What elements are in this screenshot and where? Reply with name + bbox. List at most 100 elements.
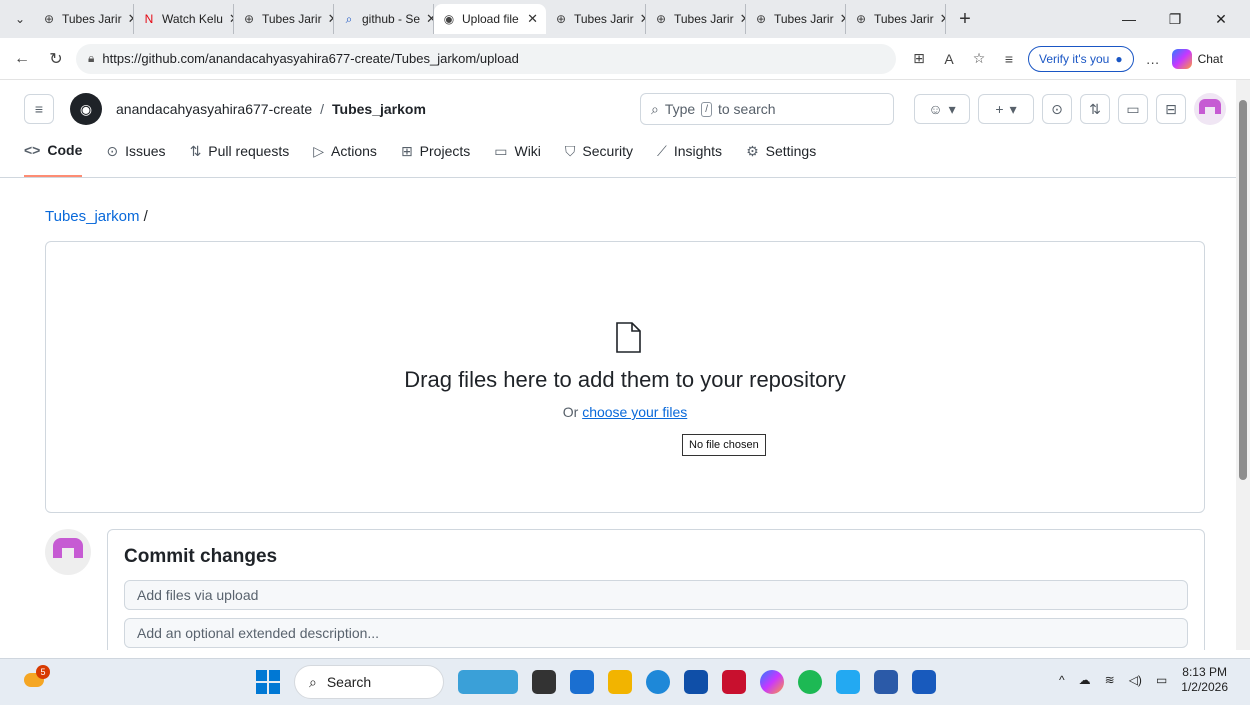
- no-file-tooltip: No file chosen: [682, 434, 766, 456]
- vscode-icon[interactable]: [836, 670, 860, 694]
- dropzone-title: Drag files here to add them to your repo…: [404, 367, 846, 392]
- browser-tab[interactable]: ⊕Tubes Jarir✕: [234, 4, 334, 34]
- globe-icon: ⊕: [755, 12, 767, 26]
- verify-profile-button[interactable]: Verify it's you ●: [1028, 45, 1134, 72]
- chevron-down-icon: ▾: [1009, 100, 1017, 117]
- book-icon: ▭: [494, 142, 508, 159]
- copilot-icon: ☺: [928, 101, 943, 117]
- volume-icon[interactable]: ◁): [1129, 673, 1142, 687]
- mcafee-icon[interactable]: [722, 670, 746, 694]
- owner-link[interactable]: anandacahyasyahira677-create: [116, 101, 312, 117]
- taskbar-search[interactable]: ⌕ Search: [294, 665, 444, 699]
- chevron-up-icon[interactable]: ^: [1059, 673, 1065, 687]
- inbox-icon[interactable]: ⊟: [1156, 94, 1186, 124]
- close-tab-icon[interactable]: ✕: [426, 11, 433, 27]
- task-view-icon[interactable]: [532, 670, 556, 694]
- browser-tab[interactable]: ⌕ github - Se ✕: [334, 4, 434, 34]
- github-icon: ◉: [443, 12, 455, 26]
- table-icon: ⊞: [400, 142, 413, 159]
- favorites-list-icon[interactable]: ≡: [998, 51, 1020, 67]
- github-page: ≡ ◉ anandacahyasyahira677-create / Tubes…: [0, 80, 1250, 650]
- scroll-thumb[interactable]: [1239, 100, 1247, 480]
- tab-label: Issues: [125, 143, 166, 159]
- browser-tab[interactable]: ⊕Tubes Jarir✕: [34, 4, 134, 34]
- new-tab-button[interactable]: +: [950, 4, 980, 34]
- github-logo-icon[interactable]: ◉: [70, 93, 102, 125]
- close-tab-icon[interactable]: ✕: [940, 11, 945, 27]
- app-icon[interactable]: [570, 670, 594, 694]
- widgets-icon[interactable]: [458, 670, 518, 694]
- repo-link[interactable]: Tubes_jarkom: [332, 101, 426, 117]
- graph-icon: ⟋: [657, 142, 667, 159]
- lock-icon: 🔒︎: [88, 51, 95, 65]
- code-icon: <>: [24, 142, 41, 158]
- tab-label: Tubes Jarir: [874, 12, 934, 26]
- url-field[interactable]: 🔒︎ https://github.com/anandacahyasyahira…: [76, 43, 896, 74]
- choose-files-link[interactable]: choose your files: [582, 404, 687, 420]
- tab-label: Tubes Jarir: [62, 12, 122, 26]
- tab-insights[interactable]: ⟋ Insights: [657, 137, 722, 177]
- tab-wiki[interactable]: ▭ Wiki: [494, 137, 541, 177]
- edge-icon[interactable]: [646, 670, 670, 694]
- browser-tab[interactable]: ◉ Upload file ✕: [434, 4, 546, 34]
- file-dropzone[interactable]: Drag files here to add them to your repo…: [45, 241, 1205, 513]
- pull-requests-icon[interactable]: ⇅: [1080, 94, 1110, 124]
- close-tab-icon[interactable]: ✕: [527, 11, 538, 27]
- refresh-button[interactable]: ↻: [42, 45, 70, 73]
- tab-label: Watch Kelu: [162, 12, 223, 26]
- restore-button[interactable]: ❐: [1152, 4, 1198, 34]
- favorite-star-icon[interactable]: ☆: [968, 50, 990, 67]
- clock[interactable]: 8:13 PM 1/2/2026: [1181, 665, 1228, 695]
- notepad-icon[interactable]: [874, 670, 898, 694]
- search-icon: ⌕: [309, 673, 317, 690]
- tab-code[interactable]: <> Code: [24, 137, 83, 177]
- more-icon[interactable]: …: [1142, 51, 1164, 67]
- tab-list-dropdown[interactable]: ⌄: [6, 5, 34, 33]
- menu-icon[interactable]: ≡: [24, 94, 54, 124]
- search-input[interactable]: ⌕ Type / to search: [640, 93, 894, 125]
- copilot-button[interactable]: ☺ ▾: [914, 94, 970, 124]
- browser-tab[interactable]: ⊕Tubes Jarir✕: [746, 4, 846, 34]
- path-repo-link[interactable]: Tubes_jarkom: [45, 208, 139, 225]
- tab-security[interactable]: ⛉ Security: [565, 137, 633, 177]
- onedrive-icon[interactable]: ☁: [1079, 673, 1091, 687]
- wifi-icon[interactable]: ≋: [1105, 673, 1115, 687]
- window-controls: — ❐ ✕: [1106, 4, 1244, 34]
- store-icon[interactable]: [684, 670, 708, 694]
- read-aloud-icon[interactable]: A: [938, 51, 960, 67]
- copilot-icon[interactable]: [760, 670, 784, 694]
- browser-tab[interactable]: ⊕Tubes Jarir✕: [546, 4, 646, 34]
- copilot-chat-button[interactable]: Chat: [1171, 48, 1223, 69]
- tab-label: Wiki: [514, 143, 541, 159]
- page-scrollbar[interactable]: [1236, 80, 1250, 650]
- tab-label: Tubes Jarir: [774, 12, 834, 26]
- globe-icon: ⊕: [243, 12, 255, 26]
- commit-description-input[interactable]: Add an optional extended description...: [124, 618, 1188, 648]
- repositories-icon[interactable]: ▭: [1118, 94, 1148, 124]
- browser-tab[interactable]: ⊕Tubes Jarir✕: [846, 4, 946, 34]
- spotify-icon[interactable]: [798, 670, 822, 694]
- system-tray: ^ ☁ ≋ ◁) ▭ 8:13 PM 1/2/2026: [1059, 665, 1228, 695]
- commit-message-input[interactable]: Add files via upload: [124, 580, 1188, 610]
- tab-settings[interactable]: ⚙ Settings: [746, 137, 816, 177]
- tab-projects[interactable]: ⊞ Projects: [401, 137, 470, 177]
- start-button[interactable]: [256, 670, 280, 694]
- back-button[interactable]: ←: [8, 45, 36, 73]
- tab-issues[interactable]: ⊙ Issues: [106, 137, 165, 177]
- close-window-button[interactable]: ✕: [1198, 4, 1244, 34]
- browser-tab[interactable]: ⊕Tubes Jarir✕: [646, 4, 746, 34]
- battery-icon[interactable]: ▭: [1156, 673, 1167, 687]
- minimize-button[interactable]: —: [1106, 4, 1152, 34]
- path-separator: /: [143, 208, 148, 225]
- word-icon[interactable]: [912, 670, 936, 694]
- tab-pull-requests[interactable]: ⇅ Pull requests: [190, 137, 290, 177]
- reader-view-icon[interactable]: ⊞: [908, 50, 930, 67]
- browser-tab[interactable]: NWatch Kelu✕: [134, 4, 234, 34]
- file-icon: [616, 322, 641, 353]
- file-explorer-icon[interactable]: [608, 670, 632, 694]
- avatar[interactable]: [1194, 93, 1226, 125]
- weather-widget[interactable]: 5: [20, 665, 50, 697]
- tab-actions[interactable]: ▷ Actions: [313, 137, 377, 177]
- issues-icon[interactable]: ⊙: [1042, 94, 1072, 124]
- create-new-button[interactable]: + ▾: [978, 94, 1034, 124]
